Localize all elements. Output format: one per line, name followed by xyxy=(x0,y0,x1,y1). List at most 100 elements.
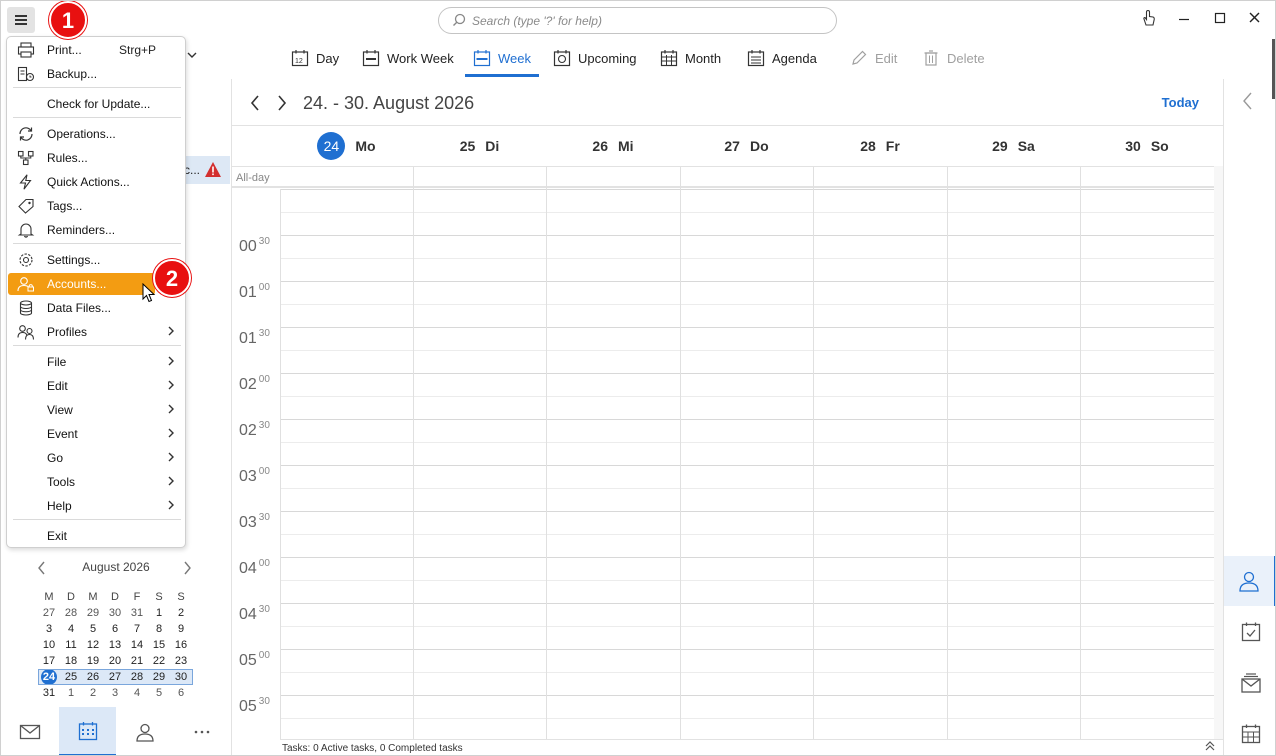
nav-calendar-button[interactable] xyxy=(59,707,116,755)
menu-item-operations[interactable]: Operations... xyxy=(8,123,185,145)
mini-calendar-day[interactable]: 29 xyxy=(82,605,104,621)
expand-up-icon[interactable] xyxy=(1205,741,1215,751)
calendar-scrollbar[interactable] xyxy=(1214,166,1223,739)
previous-week-icon[interactable] xyxy=(248,94,262,112)
mini-calendar-day[interactable]: 3 xyxy=(38,621,60,637)
side-contacts-button[interactable] xyxy=(1224,556,1275,606)
mini-calendar-day[interactable]: 8 xyxy=(148,621,170,637)
mini-calendar-day[interactable]: 19 xyxy=(82,653,104,669)
menu-item-print[interactable]: Print... Strg+P xyxy=(8,39,185,61)
mini-calendar-day[interactable]: 31 xyxy=(126,605,148,621)
menu-item-rules[interactable]: Rules... xyxy=(8,147,185,169)
mini-calendar-day[interactable]: 13 xyxy=(104,637,126,653)
mini-calendar-day[interactable]: 21 xyxy=(126,653,148,669)
side-mail-button[interactable] xyxy=(1224,658,1275,708)
mini-calendar-day[interactable]: 6 xyxy=(104,621,126,637)
day-header-mo[interactable]: 24 Mo xyxy=(280,126,413,166)
menu-item-tags[interactable]: Tags... xyxy=(8,195,185,217)
window-edge-scrollbar[interactable] xyxy=(1272,39,1275,99)
day-header-so[interactable]: 30 So xyxy=(1080,126,1214,166)
menu-item-exit[interactable]: Exit xyxy=(8,525,185,547)
menu-item-go[interactable]: Go xyxy=(8,447,185,469)
mini-calendar-day[interactable]: 11 xyxy=(60,637,82,653)
nav-mail-button[interactable] xyxy=(1,707,58,755)
minimize-button[interactable] xyxy=(1170,7,1198,31)
menu-item-check-for-update[interactable]: Check for Update... xyxy=(8,93,185,115)
menu-item-view[interactable]: View xyxy=(8,399,185,421)
day-header-do[interactable]: 27 Do xyxy=(680,126,813,166)
mini-calendar-day[interactable]: 1 xyxy=(148,605,170,621)
chevron-down-icon[interactable] xyxy=(187,50,197,60)
mini-calendar-day[interactable]: 23 xyxy=(170,653,192,669)
mini-calendar-day[interactable]: 6 xyxy=(170,685,192,701)
side-tasks-button[interactable] xyxy=(1224,607,1275,657)
view-week-button[interactable]: Week xyxy=(473,39,531,77)
mini-calendar-day[interactable]: 28 xyxy=(126,669,148,685)
mini-calendar-day[interactable]: 28 xyxy=(60,605,82,621)
today-button[interactable]: Today xyxy=(1162,95,1199,110)
mini-calendar-day[interactable]: 27 xyxy=(38,605,60,621)
view-day-button[interactable]: 12 Day xyxy=(291,39,339,77)
menu-item-file[interactable]: File xyxy=(8,351,185,373)
mini-calendar-day[interactable]: 15 xyxy=(148,637,170,653)
view-month-button[interactable]: Month xyxy=(660,39,721,77)
view-upcoming-button[interactable]: Upcoming xyxy=(553,39,637,77)
day-header-mi[interactable]: 26 Mi xyxy=(546,126,680,166)
mini-calendar-day[interactable]: 4 xyxy=(126,685,148,701)
mini-calendar-day[interactable]: 29 xyxy=(148,669,170,685)
mini-calendar-day[interactable]: 24 xyxy=(38,669,60,685)
maximize-button[interactable] xyxy=(1206,7,1234,31)
mini-calendar-day[interactable]: 18 xyxy=(60,653,82,669)
menu-item-quick-actions[interactable]: Quick Actions... xyxy=(8,171,185,193)
menu-item-profiles[interactable]: Profiles xyxy=(8,321,185,343)
mini-calendar-day[interactable]: 7 xyxy=(126,621,148,637)
mini-calendar-day[interactable]: 30 xyxy=(170,669,192,685)
mini-calendar-day[interactable]: 22 xyxy=(148,653,170,669)
day-header-sa[interactable]: 29 Sa xyxy=(947,126,1080,166)
edit-button[interactable]: Edit xyxy=(850,39,897,77)
mini-calendar-day[interactable]: 2 xyxy=(170,605,192,621)
mini-calendar-day[interactable]: 2 xyxy=(82,685,104,701)
mini-calendar-day[interactable]: 3 xyxy=(104,685,126,701)
mini-calendar-day[interactable]: 4 xyxy=(60,621,82,637)
mini-calendar-day[interactable]: 17 xyxy=(38,653,60,669)
side-calendar-button[interactable] xyxy=(1224,709,1275,755)
menu-item-event[interactable]: Event xyxy=(8,423,185,445)
mini-calendar-day[interactable]: 31 xyxy=(38,685,60,701)
mini-calendar-day[interactable]: 5 xyxy=(82,621,104,637)
mini-calendar-next-icon[interactable] xyxy=(181,560,193,576)
menu-item-tools[interactable]: Tools xyxy=(8,471,185,493)
mini-calendar-day[interactable]: 27 xyxy=(104,669,126,685)
collapse-pane-icon[interactable] xyxy=(1241,91,1255,111)
search-input[interactable]: Search (type '?' for help) xyxy=(438,7,837,34)
mini-calendar-day[interactable]: 5 xyxy=(148,685,170,701)
view-work-week-button[interactable]: Work Week xyxy=(362,39,454,77)
mini-calendar-day[interactable]: 1 xyxy=(60,685,82,701)
menu-item-reminders[interactable]: Reminders... xyxy=(8,219,185,241)
next-week-icon[interactable] xyxy=(275,94,289,112)
menu-item-backup[interactable]: Backup... xyxy=(8,63,185,85)
mini-calendar-day[interactable]: 9 xyxy=(170,621,192,637)
menu-item-edit[interactable]: Edit xyxy=(8,375,185,397)
mini-calendar-day[interactable]: 14 xyxy=(126,637,148,653)
day-header-di[interactable]: 25 Di xyxy=(413,126,546,166)
close-window-button[interactable] xyxy=(1241,7,1269,31)
day-header-fr[interactable]: 28 Fr xyxy=(813,126,947,166)
hamburger-menu-button[interactable] xyxy=(7,7,35,33)
menu-item-data-files[interactable]: Data Files... xyxy=(8,297,185,319)
delete-button[interactable]: Delete xyxy=(922,39,985,77)
time-grid[interactable]: 00 30 01 00 01 30 02 00 02 30 03 00 03 30 04 00 04 30 05 00… xyxy=(232,189,1223,739)
mini-calendar-day[interactable]: 16 xyxy=(170,637,192,653)
nav-contacts-button[interactable] xyxy=(116,707,173,755)
mini-calendar-day[interactable]: 30 xyxy=(104,605,126,621)
touch-mode-button[interactable] xyxy=(1134,7,1162,31)
view-agenda-button[interactable]: Agenda xyxy=(747,39,817,77)
menu-item-help[interactable]: Help xyxy=(8,495,185,517)
mini-calendar-day[interactable]: 10 xyxy=(38,637,60,653)
mini-calendar-day[interactable]: 20 xyxy=(104,653,126,669)
menu-item-accounts[interactable]: Accounts... xyxy=(8,273,155,295)
mini-calendar-day[interactable]: 12 xyxy=(82,637,104,653)
mini-calendar-day[interactable]: 26 xyxy=(82,669,104,685)
nav-more-button[interactable] xyxy=(173,707,230,755)
mini-calendar-day[interactable]: 25 xyxy=(60,669,82,685)
